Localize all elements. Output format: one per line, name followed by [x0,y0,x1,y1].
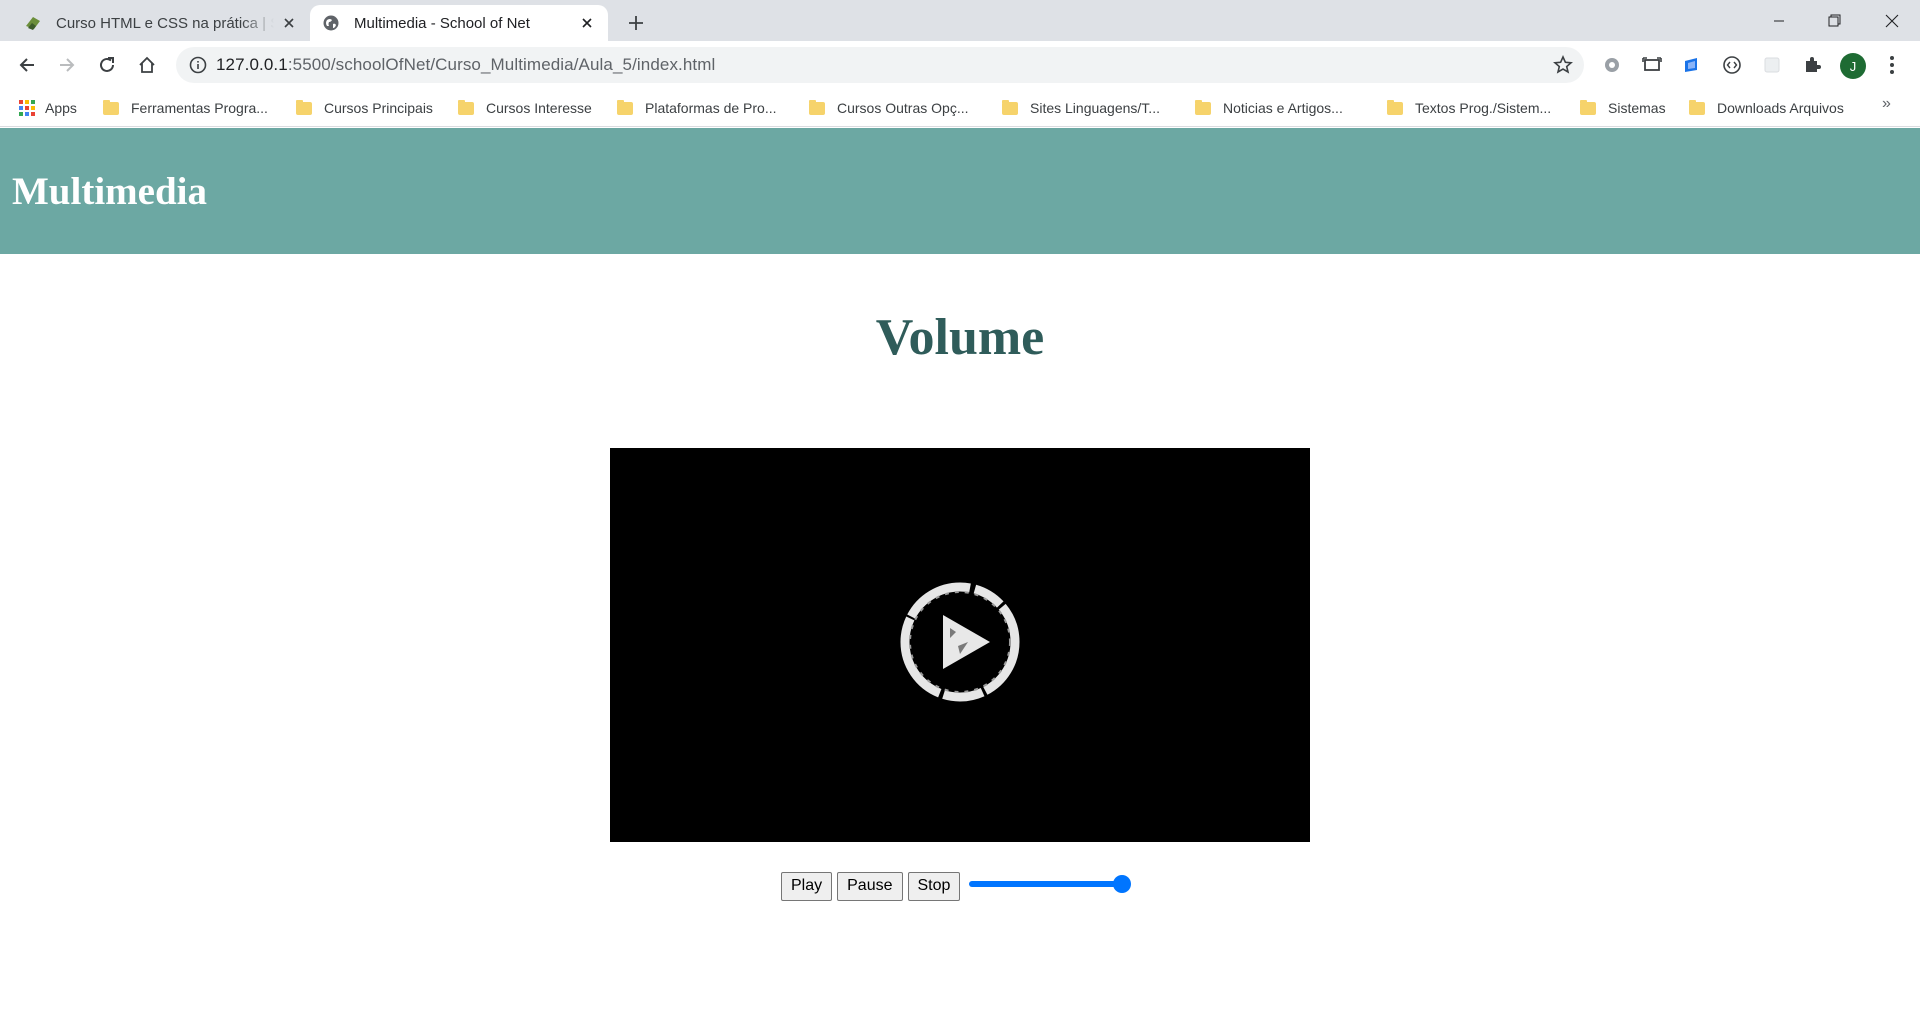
url-path: :5500/schoolOfNet/Curso_Multimedia/Aula_… [287,55,716,74]
school-of-net-icon [24,14,42,32]
address-bar[interactable]: 127.0.0.1:5500/schoolOfNet/Curso_Multime… [176,47,1584,83]
bookmark-folder[interactable]: Plataformas de Pro... [617,95,777,121]
folder-icon [296,99,312,115]
bookmark-star-icon[interactable] [1552,54,1574,76]
browser-toolbar: 127.0.0.1:5500/schoolOfNet/Curso_Multime… [0,41,1920,89]
bookmark-label: Cursos Outras Opç... [837,100,969,116]
site-info-icon[interactable] [180,47,216,83]
extension-code-icon[interactable] [1720,53,1744,77]
close-tab-icon[interactable] [578,14,596,32]
apps-grid-icon [19,100,35,116]
volume-slider-fill [969,881,1123,887]
folder-icon [1580,99,1596,115]
plus-icon [629,16,643,30]
site-header: Multimedia [0,128,1920,254]
bookmark-folder[interactable]: Ferramentas Progra... [103,95,268,121]
folder-icon [1387,99,1403,115]
bookmark-apps[interactable]: Apps [19,95,77,121]
url-host: 127.0.0.1 [216,55,288,74]
forward-button[interactable] [51,49,83,81]
extension-blue-icon[interactable] [1680,53,1704,77]
restore-icon [1828,14,1841,27]
page-viewport: Multimedia Volume Play Pause Stop [0,128,1920,1030]
extension-gear-icon[interactable] [1600,53,1624,77]
arrow-right-icon [60,58,75,72]
restore-button[interactable] [1806,0,1863,41]
bookmark-label: Sites Linguagens/T... [1030,100,1160,116]
home-icon [139,56,155,73]
folder-icon [458,99,474,115]
bookmark-label: Apps [45,100,77,116]
bookmark-folder[interactable]: Textos Prog./Sistem... [1387,95,1551,121]
globe-icon [322,14,340,32]
close-window-button[interactable] [1863,0,1920,41]
folder-icon [1002,99,1018,115]
bookmark-label: Cursos Principais [324,100,433,116]
video-player[interactable] [610,448,1310,842]
home-button[interactable] [131,49,163,81]
browser-menu-icon[interactable] [1882,53,1902,77]
tab-title: Multimedia - School of Net [354,14,530,32]
close-icon [1885,14,1898,27]
bookmark-label: Cursos Interesse [486,100,592,116]
play-circle-icon [900,582,1020,702]
bookmark-folder[interactable]: Cursos Interesse [458,95,592,121]
play-button[interactable]: Play [781,871,833,901]
folder-icon [1689,99,1705,115]
browser-tab-multimedia[interactable]: Multimedia - School of Net [310,5,608,41]
bookmark-label: Downloads Arquivos [1717,100,1844,116]
folder-icon [809,99,825,115]
volume-slider-thumb[interactable] [1113,875,1132,893]
section-title: Volume [875,309,1045,366]
volume-slider[interactable] [969,873,1132,893]
bookmark-label: Sistemas [1608,100,1666,116]
browser-tab-course[interactable]: Curso HTML e CSS na prática | School of … [12,5,310,41]
site-title: Multimedia [12,170,207,213]
bookmark-folder[interactable]: Cursos Principais [296,95,433,121]
minimize-button[interactable] [1750,0,1807,41]
close-tab-icon[interactable] [280,14,298,32]
reload-button[interactable] [91,49,123,81]
bookmark-label: Noticias e Artigos... [1223,100,1343,116]
folder-icon [617,99,633,115]
extension-screenshot-icon[interactable] [1640,53,1664,77]
arrow-left-icon [19,58,34,72]
folder-icon [1195,99,1211,115]
bookmark-folder[interactable]: Sistemas [1580,95,1666,121]
extension-blank-icon[interactable] [1760,53,1784,77]
bookmarks-overflow-button[interactable]: » [1882,95,1891,113]
video-controls: Play Pause Stop [781,871,1132,901]
new-tab-button[interactable] [622,9,650,37]
bookmark-label: Ferramentas Progra... [131,100,268,116]
bookmark-folder[interactable]: Downloads Arquivos [1689,95,1844,121]
reload-icon [100,57,114,72]
stop-button[interactable]: Stop [907,871,961,901]
back-button[interactable] [11,49,43,81]
url-text[interactable]: 127.0.0.1:5500/schoolOfNet/Curso_Multime… [216,55,715,75]
bookmarks-bar: Apps Ferramentas Progra... Cursos Princi… [0,89,1920,127]
bookmark-folder[interactable]: Sites Linguagens/T... [1002,95,1160,121]
minimize-icon [1773,20,1784,21]
tab-title: Curso HTML e CSS na prática | School of … [56,14,274,32]
profile-avatar[interactable]: J [1840,53,1866,79]
bookmark-label: Plataformas de Pro... [645,100,777,116]
bookmark-folder[interactable]: Noticias e Artigos... [1195,95,1343,121]
pause-button[interactable]: Pause [837,871,903,901]
bookmark-folder[interactable]: Cursos Outras Opç... [809,95,968,121]
tab-strip: Curso HTML e CSS na prática | School of … [0,0,1920,41]
extensions-puzzle-icon[interactable] [1800,53,1824,77]
folder-icon [103,99,119,115]
bookmark-label: Textos Prog./Sistem... [1415,100,1552,116]
